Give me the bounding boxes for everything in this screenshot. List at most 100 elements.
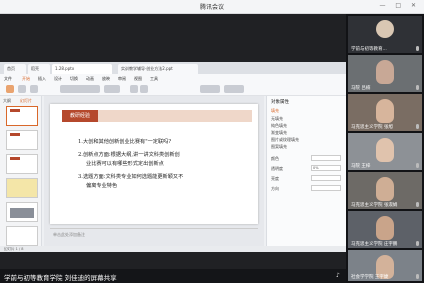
slide-title: 教研经验 <box>62 110 98 122</box>
slide-text-line: 1.大创和其他创新创业比赛有"一定联吗? <box>78 139 172 145</box>
app-status-bar: 幻灯片 1 / 8 <box>0 246 346 252</box>
participant-video <box>376 99 394 123</box>
microphone-icon <box>416 202 419 207</box>
prop-label-brightness: 亮度 <box>271 176 279 181</box>
menu-home[interactable]: 开始 <box>22 76 30 82</box>
props-section-fill[interactable]: 填充 <box>271 108 279 114</box>
slide-text-line: 业比赛可以有哪些形式定出创新点 <box>86 161 164 167</box>
layout-icon[interactable] <box>30 85 38 93</box>
slide-thumbnail[interactable] <box>6 202 38 222</box>
fill-option-pattern[interactable]: 图案填充 <box>271 144 287 150</box>
direction-field[interactable] <box>311 185 341 191</box>
menu-file[interactable]: 文件 <box>4 76 12 82</box>
transparency-field[interactable]: 0% <box>311 165 341 171</box>
menu-design[interactable]: 设计 <box>54 76 62 82</box>
menu-review[interactable]: 审阅 <box>118 76 126 82</box>
color-picker[interactable] <box>311 155 341 161</box>
fill-option-none[interactable]: 无填充 <box>271 116 283 122</box>
tab-home[interactable]: 首页 <box>4 64 26 74</box>
participant-name: 社会学学院 王宇婕 <box>351 275 389 280</box>
participant-tile[interactable]: 马院 吕楠 <box>348 55 422 92</box>
participant-video-list: 学前与初等教育... 马院 吕楠 马克思主义学院 张旭 马院 王梓 马克思主义学… <box>346 14 424 283</box>
participant-tile[interactable]: 社会学学院 王宇婕 <box>348 250 422 281</box>
title-bar: 腾讯会议 — □ ✕ <box>0 0 424 14</box>
shared-screen: 首页 稻壳 1.28.pptx 实训教学辅导·创业方法2.ppt 文件 开始 插… <box>0 62 346 252</box>
participant-name: 马院 王梓 <box>351 164 371 169</box>
slide-thumbnail[interactable] <box>6 106 38 126</box>
ribbon: 文件 开始 插入 设计 切换 动画 放映 审阅 视图 工具 <box>0 74 346 96</box>
font-size-selector[interactable] <box>104 85 120 93</box>
current-slide[interactable]: 教研经验 1.大创和其他创新创业比赛有"一定联吗? 2.创新点方面:根据大纲,讲… <box>50 104 258 224</box>
participant-name: 马克思主义学院 庄宇鹏 <box>351 242 398 247</box>
props-header: 对象属性 <box>271 100 289 105</box>
brightness-field[interactable] <box>311 175 341 181</box>
menu-tools[interactable]: 工具 <box>150 76 158 82</box>
screen-share-area: 首页 稻壳 1.28.pptx 实训教学辅导·创业方法2.ppt 文件 开始 插… <box>0 14 346 269</box>
thumb-title-bar <box>10 157 20 160</box>
microphone-icon <box>416 163 419 168</box>
prop-label-direction: 方向 <box>271 186 279 191</box>
menu-view[interactable]: 视图 <box>134 76 142 82</box>
slide-thumbnail[interactable] <box>6 130 38 150</box>
window-title: 腾讯会议 <box>199 4 224 11</box>
microphone-icon: ♪ <box>336 272 340 279</box>
slide-thumbnail[interactable] <box>6 154 38 174</box>
window-controls[interactable]: — □ ✕ <box>379 2 420 9</box>
microphone-icon <box>416 85 419 90</box>
fill-option-gradient[interactable]: 渐变填充 <box>271 130 287 136</box>
fill-option-picture[interactable]: 图片或纹理填充 <box>271 137 299 143</box>
participant-video <box>376 216 394 240</box>
slide-text-line: 3.选题方面:文科类专业如何选题能更新颖又不 <box>78 174 184 180</box>
participant-name: 马克思主义学院 张淑娟 <box>351 203 398 208</box>
tab-docer[interactable]: 稻壳 <box>28 64 50 74</box>
thumb-image <box>10 208 34 218</box>
participant-name: 马院 吕楠 <box>351 86 371 91</box>
thumb-title-bar <box>10 133 20 136</box>
menu-slideshow[interactable]: 放映 <box>102 76 110 82</box>
participant-tile[interactable]: 马克思主义学院 张淑娟 <box>348 172 422 209</box>
app-tab-bar: 首页 稻壳 1.28.pptx 实训教学辅导·创业方法2.ppt <box>0 62 346 74</box>
microphone-icon <box>416 241 419 246</box>
participant-tile[interactable]: 马克思主义学院 庄宇鹏 <box>348 211 422 248</box>
slide-thumbnail[interactable] <box>6 226 38 246</box>
slide-text-line: 偏离专业特色 <box>86 183 118 189</box>
slide-editor-canvas: 教研经验 1.大创和其他创新创业比赛有"一定联吗? 2.创新点方面:根据大纲,讲… <box>44 96 264 246</box>
italic-icon[interactable] <box>140 85 148 93</box>
new-slide-icon[interactable] <box>18 85 26 93</box>
participant-name: 学前与初等教育... <box>351 47 387 52</box>
textbox-icon[interactable] <box>200 85 220 93</box>
microphone-icon <box>416 124 419 129</box>
speaker-bar: 学前与初等教育学院 刘佳迪的屏幕共享 ♪ <box>0 269 346 283</box>
participant-tile[interactable]: 学前与初等教育... <box>348 16 422 53</box>
avatar <box>376 20 394 38</box>
shape-icon[interactable] <box>224 85 244 93</box>
participant-tile[interactable]: 马院 王梓 <box>348 133 422 170</box>
slide-text-line: 2.创新点方面:根据大纲,讲一讲文科类创新创 <box>78 152 180 158</box>
menu-transition[interactable]: 切换 <box>70 76 78 82</box>
menu-insert[interactable]: 插入 <box>38 76 46 82</box>
thumb-title-bar <box>10 109 20 112</box>
participant-name: 马克思主义学院 张旭 <box>351 125 393 130</box>
participant-video <box>376 138 394 162</box>
properties-pane: 对象属性 填充 无填充 纯色填充 渐变填充 图片或纹理填充 图案填充 颜色 透明… <box>266 96 346 246</box>
font-selector[interactable] <box>60 85 100 93</box>
slide-thumbnail-panel: 大纲 幻灯片 <box>0 96 42 246</box>
prop-label-transparency: 透明度 <box>271 166 283 171</box>
screen-share-label: 学前与初等教育学院 刘佳迪的屏幕共享 <box>4 274 117 282</box>
participant-video <box>376 177 394 201</box>
notes-area[interactable]: 单击此处添加备注 <box>50 228 258 240</box>
tab-second-file[interactable]: 实训教学辅导·创业方法2.ppt <box>118 64 198 74</box>
paste-icon[interactable] <box>6 85 14 93</box>
fill-option-solid[interactable]: 纯色填充 <box>271 123 287 129</box>
participant-video <box>376 60 394 84</box>
microphone-icon <box>416 46 419 51</box>
tab-current-file[interactable]: 1.28.pptx <box>52 64 112 74</box>
microphone-icon <box>416 274 419 279</box>
menu-animation[interactable]: 动画 <box>86 76 94 82</box>
panel-tab-slides[interactable]: 幻灯片 <box>20 98 32 104</box>
bold-icon[interactable] <box>130 85 138 93</box>
panel-tab-outline[interactable]: 大纲 <box>3 98 11 104</box>
prop-label-color: 颜色 <box>271 156 279 161</box>
slide-thumbnail[interactable] <box>6 178 38 198</box>
participant-tile[interactable]: 马克思主义学院 张旭 <box>348 94 422 131</box>
